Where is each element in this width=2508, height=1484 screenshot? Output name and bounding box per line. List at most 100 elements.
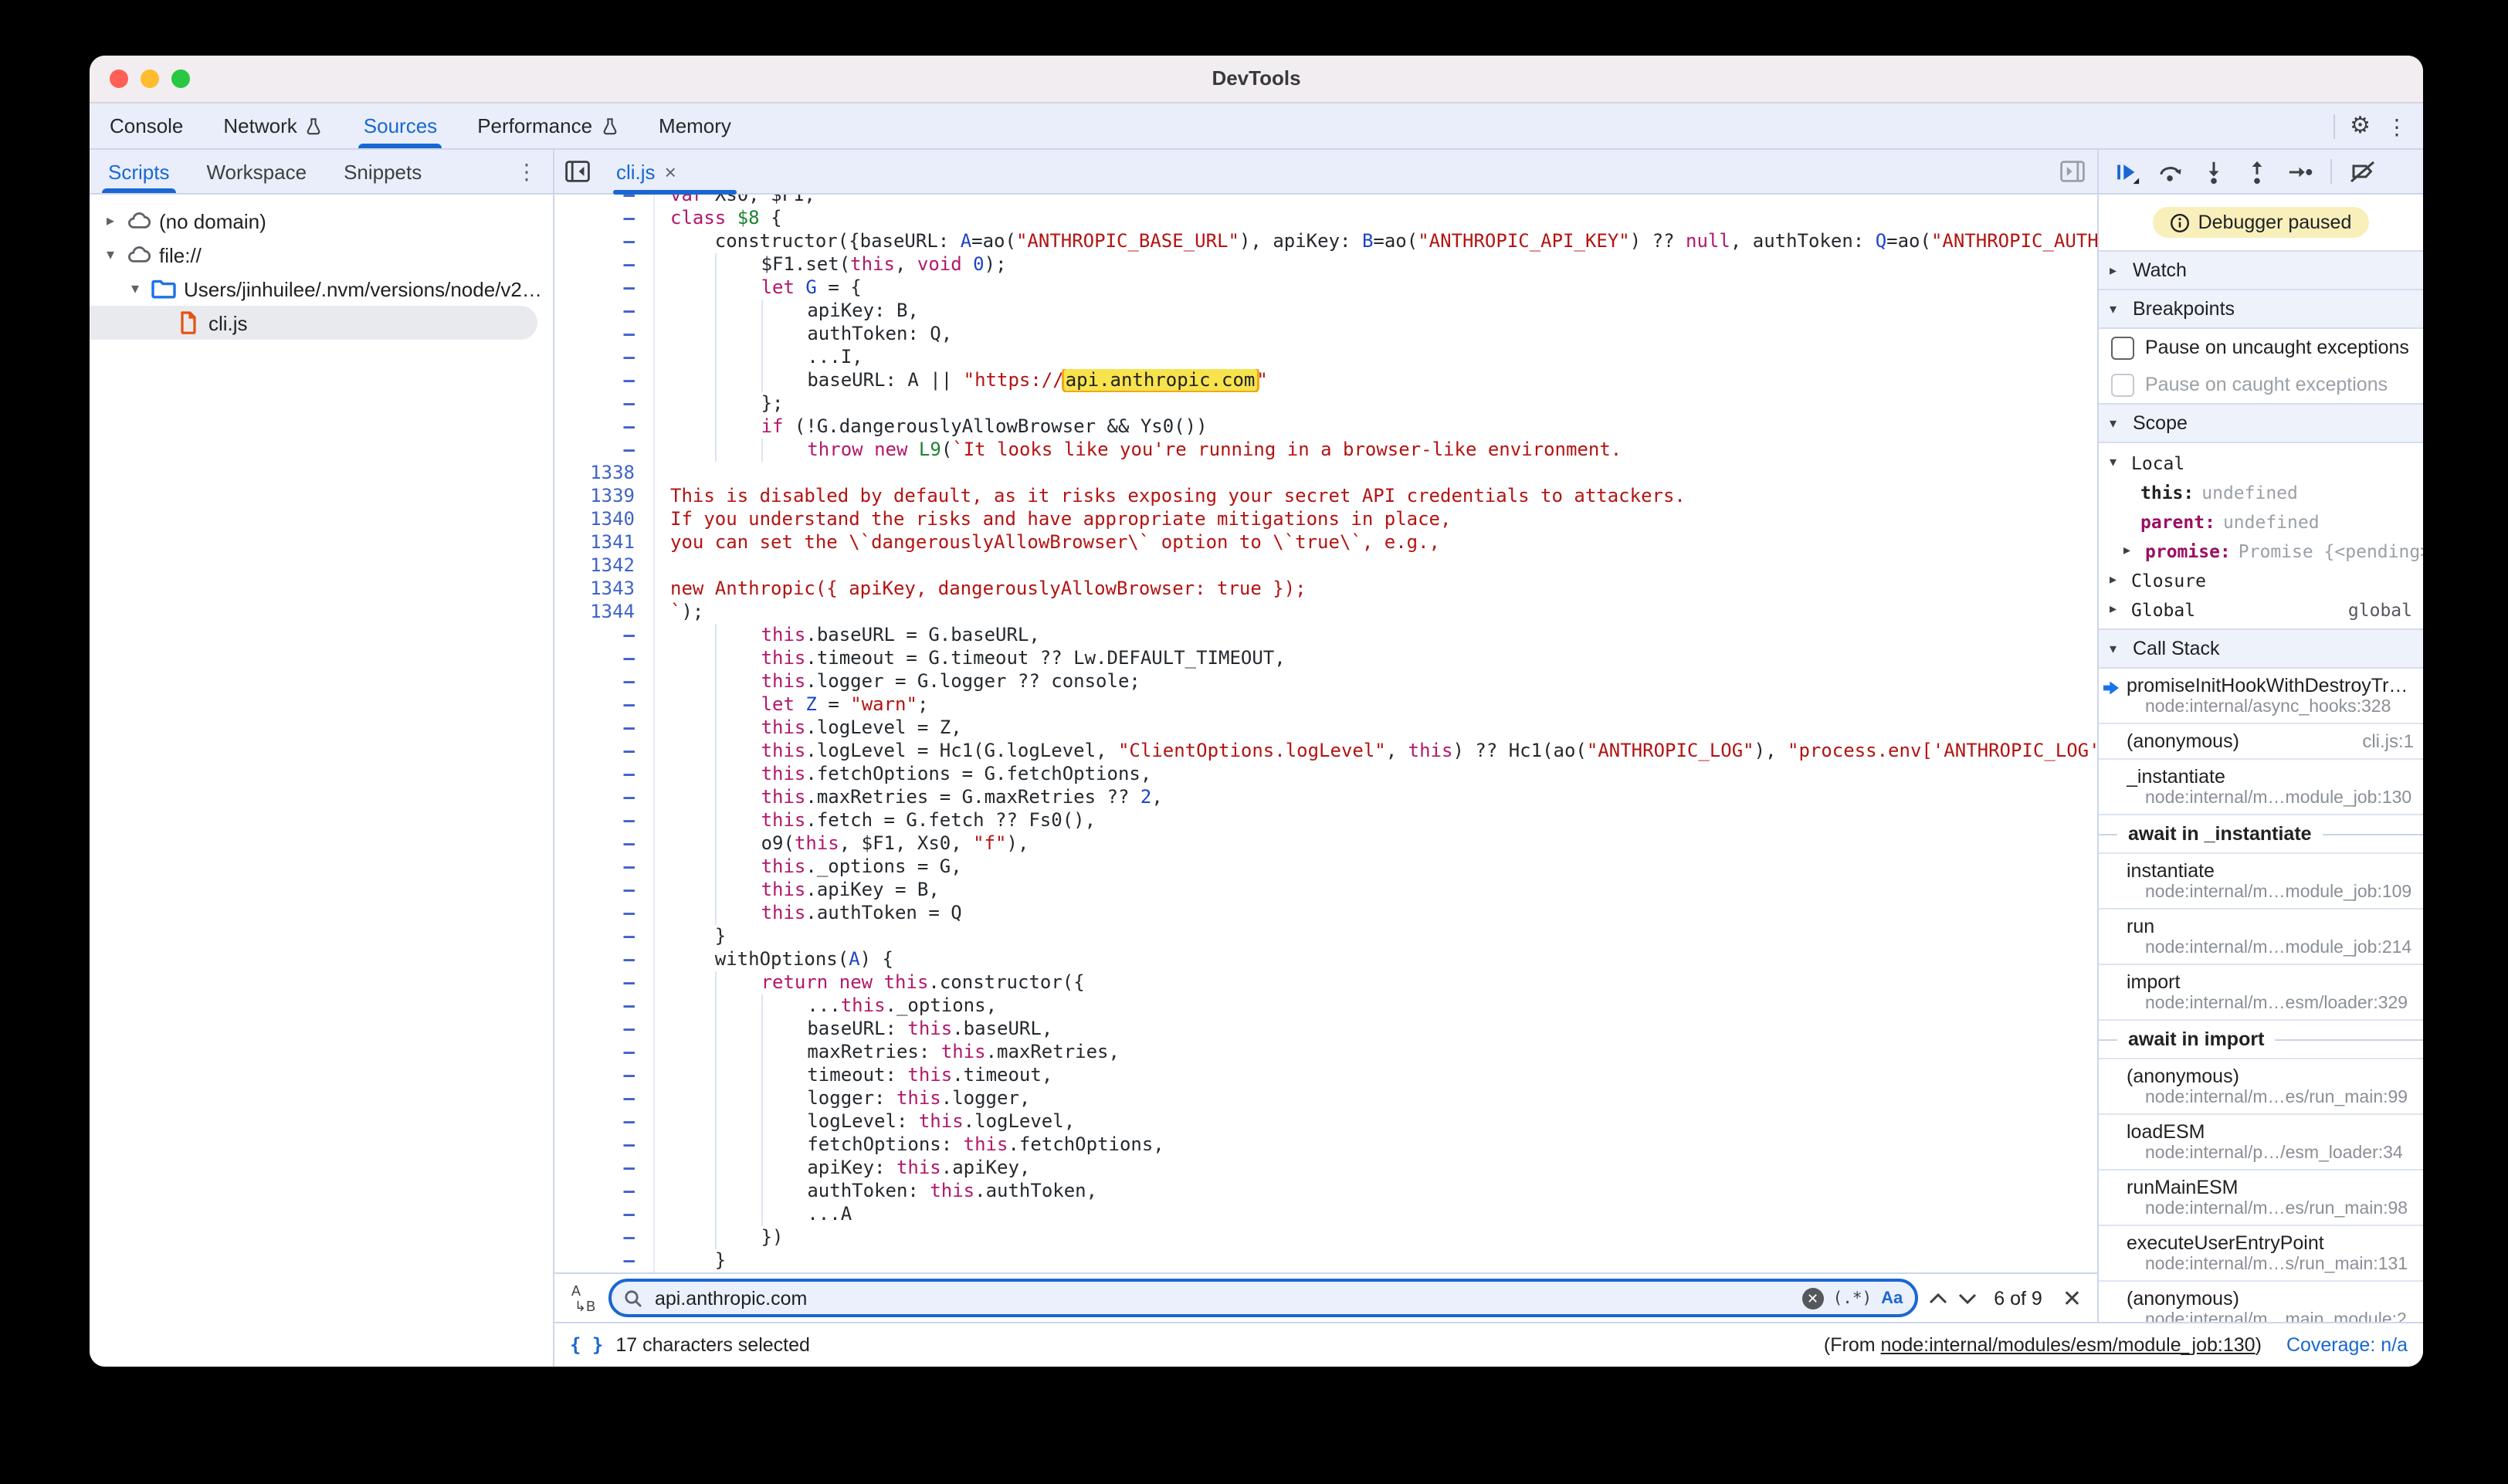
- code-line[interactable]: –class $8 {: [554, 207, 2097, 230]
- gutter-line-number[interactable]: –: [554, 763, 655, 786]
- code-line[interactable]: –apiKey: this.apiKey,: [554, 1157, 2097, 1180]
- code-line[interactable]: –baseURL: this.baseURL,: [554, 1018, 2097, 1041]
- call-stack-frame[interactable]: runnode:internal/m…module_job:214: [2099, 910, 2423, 965]
- gutter-line-number[interactable]: –: [554, 1087, 655, 1110]
- code-line[interactable]: –apiKey: B,: [554, 300, 2097, 323]
- code-line[interactable]: –let Z = "warn";: [554, 693, 2097, 717]
- code-line[interactable]: 1339This is disabled by default, as it r…: [554, 485, 2097, 508]
- gutter-line-number[interactable]: –: [554, 948, 655, 971]
- code-line[interactable]: –this.logLevel = Hc1(G.logLevel, "Client…: [554, 740, 2097, 763]
- gutter-line-number[interactable]: –: [554, 1226, 655, 1249]
- gutter-line-number[interactable]: –: [554, 276, 655, 300]
- step-into-button[interactable]: [2201, 158, 2227, 185]
- code-line[interactable]: –this.baseURL = G.baseURL,: [554, 624, 2097, 647]
- call-stack-frame[interactable]: runMainESMnode:internal/m…es/run_main:98: [2099, 1171, 2423, 1226]
- code-line[interactable]: –throw new L9(`It looks like you're runn…: [554, 439, 2097, 462]
- gutter-line-number[interactable]: –: [554, 346, 655, 369]
- code-line[interactable]: –this.timeout = G.timeout ?? Lw.DEFAULT_…: [554, 647, 2097, 670]
- coverage-link[interactable]: Coverage: n/a: [2286, 1334, 2408, 1356]
- code-line[interactable]: –o9(this, $F1, Xs0, "f"),: [554, 832, 2097, 856]
- tab-network[interactable]: Network: [203, 103, 343, 148]
- gutter-line-number[interactable]: –: [554, 717, 655, 740]
- gutter-line-number[interactable]: –: [554, 300, 655, 323]
- editor-tab-clijs[interactable]: cli.js ×: [601, 160, 692, 183]
- code-line[interactable]: 1344`);: [554, 601, 2097, 624]
- gutter-line-number[interactable]: –: [554, 1157, 655, 1180]
- scope-group-global[interactable]: ▸Globalglobal: [2099, 595, 2423, 624]
- code-line[interactable]: 1343new Anthropic({ apiKey, dangerouslyA…: [554, 578, 2097, 601]
- code-line[interactable]: –authToken: Q,: [554, 323, 2097, 346]
- gutter-line-number[interactable]: –: [554, 647, 655, 670]
- gutter-line-number[interactable]: –: [554, 207, 655, 230]
- code-line[interactable]: –this.maxRetries = G.maxRetries ?? 2,: [554, 786, 2097, 809]
- search-input[interactable]: [652, 1286, 1793, 1310]
- call-stack-frame[interactable]: (anonymous)node:internal/m…es/run_main:9…: [2099, 1059, 2423, 1115]
- regex-toggle-icon[interactable]: (.*): [1833, 1289, 1873, 1307]
- code-line[interactable]: –authToken: this.authToken,: [554, 1180, 2097, 1203]
- watch-section-header[interactable]: ▸ Watch: [2099, 250, 2423, 290]
- scope-group-closure[interactable]: ▸Closure: [2099, 565, 2423, 595]
- collapse-navigator-icon[interactable]: [554, 161, 601, 182]
- gutter-line-number[interactable]: –: [554, 925, 655, 948]
- call-stack-frame[interactable]: promiseInitHookWithDestroyTr…node:intern…: [2099, 669, 2423, 724]
- expand-debugger-icon[interactable]: [2060, 161, 2097, 182]
- gutter-line-number[interactable]: –: [554, 693, 655, 717]
- sidebar-tab-snippets[interactable]: Snippets: [325, 150, 440, 193]
- tab-memory[interactable]: Memory: [639, 103, 751, 148]
- sidebar-tab-workspace[interactable]: Workspace: [188, 150, 325, 193]
- code-line[interactable]: –withOptions(A) {: [554, 948, 2097, 971]
- step-button[interactable]: [2287, 158, 2313, 185]
- gutter-line-number[interactable]: –: [554, 740, 655, 763]
- step-over-button[interactable]: [2157, 158, 2184, 185]
- sidebar-tab-scripts[interactable]: Scripts: [90, 150, 188, 193]
- call-stack-section-header[interactable]: ▾ Call Stack: [2099, 628, 2423, 669]
- gutter-line-number[interactable]: 1341: [554, 531, 655, 554]
- code-line[interactable]: –}): [554, 1226, 2097, 1249]
- code-line[interactable]: –constructor({baseURL: A=ao("ANTHROPIC_B…: [554, 230, 2097, 253]
- tree-item-users-jinhuilee-nvm-versions-node-v2-[interactable]: ▾Users/jinhuilee/.nvm/versions/node/v2…: [90, 272, 553, 306]
- clear-search-icon[interactable]: ✕: [1802, 1287, 1824, 1309]
- pretty-print-icon[interactable]: { }: [570, 1334, 603, 1356]
- chevron-right-icon[interactable]: ▸: [102, 212, 119, 229]
- code-line[interactable]: –}: [554, 925, 2097, 948]
- breakpoint-option[interactable]: Pause on uncaught exceptions: [2099, 329, 2423, 366]
- gutter-line-number[interactable]: 1339: [554, 485, 655, 508]
- code-line[interactable]: –maxRetries: this.maxRetries,: [554, 1041, 2097, 1064]
- scope-variable[interactable]: this:undefined: [2099, 477, 2423, 507]
- gutter-line-number[interactable]: 1340: [554, 508, 655, 531]
- code-line[interactable]: –this.apiKey = B,: [554, 879, 2097, 902]
- call-stack-frame[interactable]: (anonymous)cli.js:1: [2099, 724, 2423, 760]
- gutter-line-number[interactable]: –: [554, 1249, 655, 1272]
- deactivate-breakpoints-button[interactable]: [2349, 158, 2377, 185]
- checkbox[interactable]: [2111, 373, 2134, 396]
- checkbox[interactable]: [2111, 336, 2134, 359]
- code-line[interactable]: 1340If you understand the risks and have…: [554, 508, 2097, 531]
- tree-item-cli-js[interactable]: cli.js: [90, 306, 537, 340]
- gutter-line-number[interactable]: –: [554, 1203, 655, 1226]
- gutter-line-number[interactable]: –: [554, 879, 655, 902]
- code-line[interactable]: –this.fetchOptions = G.fetchOptions,: [554, 763, 2097, 786]
- next-match-button[interactable]: [1958, 1292, 1977, 1304]
- replace-toggle-icon[interactable]: A↳B: [570, 1282, 598, 1313]
- gutter-line-number[interactable]: –: [554, 624, 655, 647]
- call-stack-frame[interactable]: executeUserEntryPointnode:internal/m…s/r…: [2099, 1226, 2423, 1282]
- gutter-line-number[interactable]: –: [554, 253, 655, 276]
- gutter-line-number[interactable]: –: [554, 856, 655, 879]
- settings-gear-icon[interactable]: ⚙: [2350, 114, 2371, 137]
- gutter-line-number[interactable]: 1343: [554, 578, 655, 601]
- code-line[interactable]: 1338: [554, 462, 2097, 485]
- code-line[interactable]: –baseURL: A || "https://api.anthropic.co…: [554, 369, 2097, 392]
- gutter-line-number[interactable]: –: [554, 971, 655, 994]
- code-line[interactable]: –this.logLevel = Z,: [554, 717, 2097, 740]
- code-line[interactable]: –};: [554, 392, 2097, 415]
- gutter-line-number[interactable]: –: [554, 392, 655, 415]
- code-line[interactable]: –return new this.constructor({: [554, 971, 2097, 994]
- resume-script-button[interactable]: [2114, 158, 2140, 185]
- code-editor[interactable]: –var Xs0, $F1;–class $8 {–constructor({b…: [554, 195, 2097, 1272]
- tree-item-file-[interactable]: ▾file://: [90, 238, 553, 272]
- code-line[interactable]: –let G = {: [554, 276, 2097, 300]
- gutter-line-number[interactable]: –: [554, 1133, 655, 1157]
- source-origin-link[interactable]: node:internal/modules/esm/module_job:130: [1881, 1334, 2256, 1356]
- gutter-line-number[interactable]: –: [554, 230, 655, 253]
- gutter-line-number[interactable]: 1338: [554, 462, 655, 485]
